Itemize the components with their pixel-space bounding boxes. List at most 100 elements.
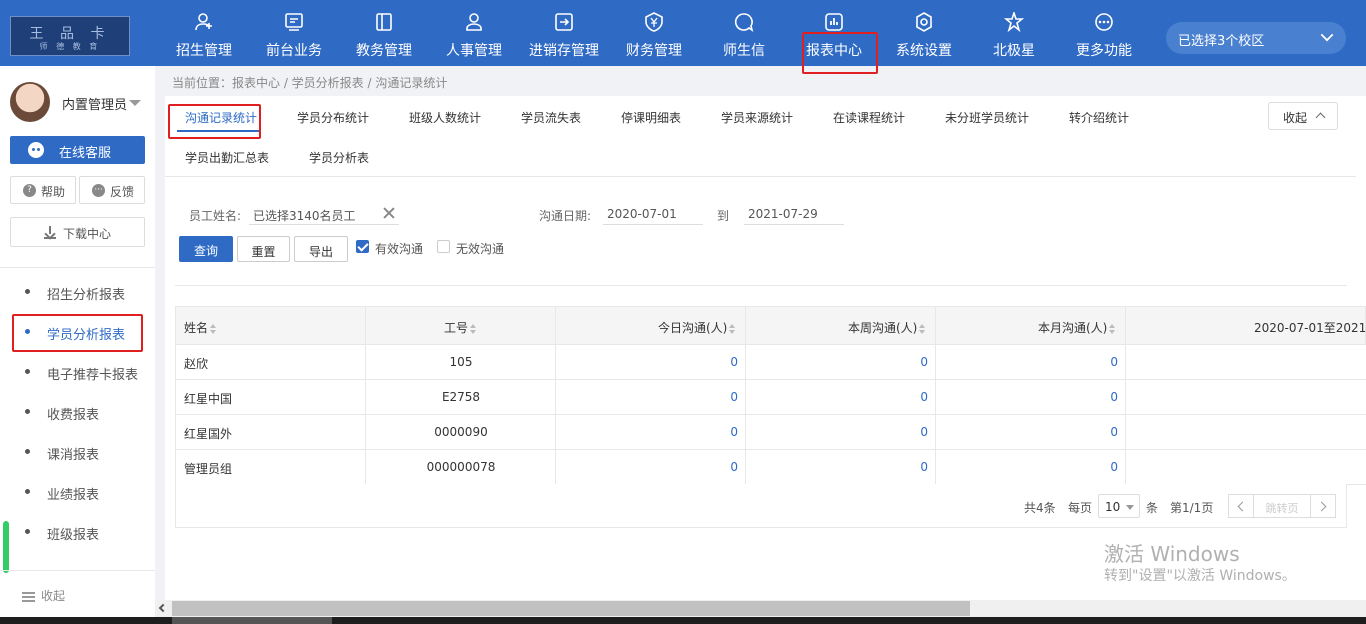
scroll-left-arrow-icon[interactable] <box>158 603 168 613</box>
close-icon[interactable] <box>383 207 395 219</box>
nav-label: 师生信 <box>723 43 765 59</box>
tab-active-courses[interactable]: 在读课程统计 <box>833 109 905 126</box>
column-header-id[interactable]: 工号 <box>444 319 477 336</box>
bullet-icon <box>25 289 30 294</box>
download-icon <box>44 226 56 239</box>
campus-select[interactable]: 已选择3个校区 <box>1166 22 1346 54</box>
valid-communication-label[interactable]: 有效沟通 <box>375 240 423 257</box>
export-button[interactable]: 导出 <box>294 236 348 262</box>
column-header-label: 工号 <box>444 321 469 335</box>
cell-today[interactable]: 0 <box>556 355 738 369</box>
cell-week[interactable]: 0 <box>746 460 928 474</box>
cell-month[interactable]: 0 <box>936 425 1118 439</box>
sidebar-item-enrollment-report[interactable]: 招生分析报表 <box>0 277 155 307</box>
cell-today[interactable]: 0 <box>556 390 738 404</box>
cell-today[interactable]: 0 <box>556 460 738 474</box>
date-from-field[interactable]: 2020-07-01 <box>603 203 703 225</box>
query-button[interactable]: 查询 <box>179 236 233 262</box>
column-header-name[interactable]: 姓名 <box>184 319 217 336</box>
sort-icon <box>1109 323 1116 334</box>
chevron-down-icon <box>1320 28 1334 42</box>
nav-hr[interactable]: 人事管理 <box>429 0 519 66</box>
page-size-value: 10 <box>1105 500 1121 514</box>
taskbar-active-item[interactable] <box>172 617 332 624</box>
scrollbar-thumb[interactable] <box>172 601 970 616</box>
page-size-select[interactable]: 10 <box>1098 494 1140 518</box>
logo[interactable]: 王 品 卡 师 德 教 育 <box>10 16 130 56</box>
horizontal-scrollbar[interactable] <box>155 600 1366 617</box>
avatar[interactable] <box>10 82 50 122</box>
nav-more[interactable]: 更多功能 <box>1059 0 1149 66</box>
help-button[interactable]: ? 帮助 <box>10 176 76 204</box>
sidebar-item-performance-report[interactable]: 业绩报表 <box>0 477 155 507</box>
feedback-button[interactable]: ··· 反馈 <box>79 176 145 204</box>
menu-fold-icon <box>22 591 35 602</box>
cell-month[interactable]: 0 <box>936 390 1118 404</box>
nav-label: 更多功能 <box>1076 43 1132 59</box>
column-divider <box>555 306 556 485</box>
sidebar-item-referral-card-report[interactable]: 电子推荐卡报表 <box>0 357 155 387</box>
chart-icon <box>825 13 843 31</box>
nav-finance[interactable]: 财务管理 <box>609 0 699 66</box>
table-row: 管理员组 000000078 0 0 0 <box>175 450 1366 485</box>
jump-page-input[interactable]: 跳转页 <box>1254 494 1310 518</box>
login-icon <box>555 13 573 31</box>
invalid-communication-checkbox[interactable] <box>437 240 450 253</box>
tab-class-size[interactable]: 班级人数统计 <box>409 109 481 126</box>
cell-today[interactable]: 0 <box>556 425 738 439</box>
nav-polaris[interactable]: 北极星 <box>969 0 1059 66</box>
tab-referral-stats[interactable]: 转介绍统计 <box>1069 109 1129 126</box>
nav-messages[interactable]: 师生信 <box>699 0 789 66</box>
staff-name-field[interactable]: 已选择3140名员工 <box>249 203 399 225</box>
next-page-button[interactable] <box>1310 494 1336 518</box>
nav-inventory[interactable]: 进销存管理 <box>519 0 609 66</box>
column-header-week[interactable]: 本周沟通(人) <box>848 319 926 336</box>
column-header-today[interactable]: 今日沟通(人) <box>658 319 736 336</box>
tab-suspension-detail[interactable]: 停课明细表 <box>621 109 681 126</box>
chevron-right-icon <box>1316 501 1327 512</box>
date-from-value: 2020-07-01 <box>607 207 677 221</box>
cell-week[interactable]: 0 <box>746 390 928 404</box>
prev-page-button[interactable] <box>1228 494 1254 518</box>
cell-month[interactable]: 0 <box>936 355 1118 369</box>
tab-attendance-summary[interactable]: 学员出勤汇总表 <box>185 149 269 166</box>
invalid-communication-label[interactable]: 无效沟通 <box>456 240 504 257</box>
ellipsis-icon: ··· <box>92 184 105 197</box>
sidebar-item-class-report[interactable]: 班级报表 <box>0 517 155 547</box>
nav-reports[interactable]: 报表中心 <box>789 0 879 74</box>
tab-student-analysis[interactable]: 学员分析表 <box>309 149 369 166</box>
download-center-button[interactable]: 下载中心 <box>10 217 145 247</box>
tab-unassigned-students[interactable]: 未分班学员统计 <box>945 109 1029 126</box>
caret-down-icon[interactable] <box>129 100 141 106</box>
valid-communication-checkbox[interactable] <box>356 240 369 253</box>
reset-button[interactable]: 重置 <box>237 236 290 262</box>
cell-week[interactable]: 0 <box>746 355 928 369</box>
sidebar-scroll-indicator[interactable] <box>3 521 9 573</box>
column-header-period[interactable]: 2020-07-01至2021- <box>1254 319 1366 336</box>
tab-student-churn[interactable]: 学员流失表 <box>521 109 581 126</box>
sort-icon <box>919 323 926 334</box>
cell-name: 管理员组 <box>184 462 233 476</box>
cell-month[interactable]: 0 <box>936 460 1118 474</box>
staff-name-label: 员工姓名: <box>189 209 242 223</box>
column-header-month[interactable]: 本月沟通(人) <box>1038 319 1116 336</box>
nav-settings[interactable]: 系统设置 <box>879 0 969 66</box>
date-to-field[interactable]: 2021-07-29 <box>744 203 844 225</box>
user-name[interactable]: 内置管理员 <box>62 94 127 113</box>
pagination-total: 共4条 <box>1024 501 1056 515</box>
nav-enrollment[interactable]: 招生管理 <box>159 0 249 66</box>
nav-front-desk[interactable]: 前台业务 <box>249 0 339 66</box>
sidebar-item-fee-report[interactable]: 收费报表 <box>0 397 155 427</box>
question-icon: ? <box>23 184 36 197</box>
tab-student-source[interactable]: 学员来源统计 <box>721 109 793 126</box>
taskbar <box>0 617 1366 624</box>
collapse-tabs-button[interactable]: 收起 <box>1268 102 1338 130</box>
sidebar-item-student-report[interactable]: 学员分析报表 <box>0 314 155 352</box>
sidebar-item-lesson-report[interactable]: 课消报表 <box>0 437 155 467</box>
sidebar-collapse-button[interactable]: 收起 <box>22 587 65 604</box>
sidebar-item-label: 招生分析报表 <box>47 288 126 303</box>
nav-academic[interactable]: 教务管理 <box>339 0 429 66</box>
cell-week[interactable]: 0 <box>746 425 928 439</box>
online-service-button[interactable]: 在线客服 <box>10 136 145 164</box>
tab-student-distribution[interactable]: 学员分布统计 <box>297 109 369 126</box>
